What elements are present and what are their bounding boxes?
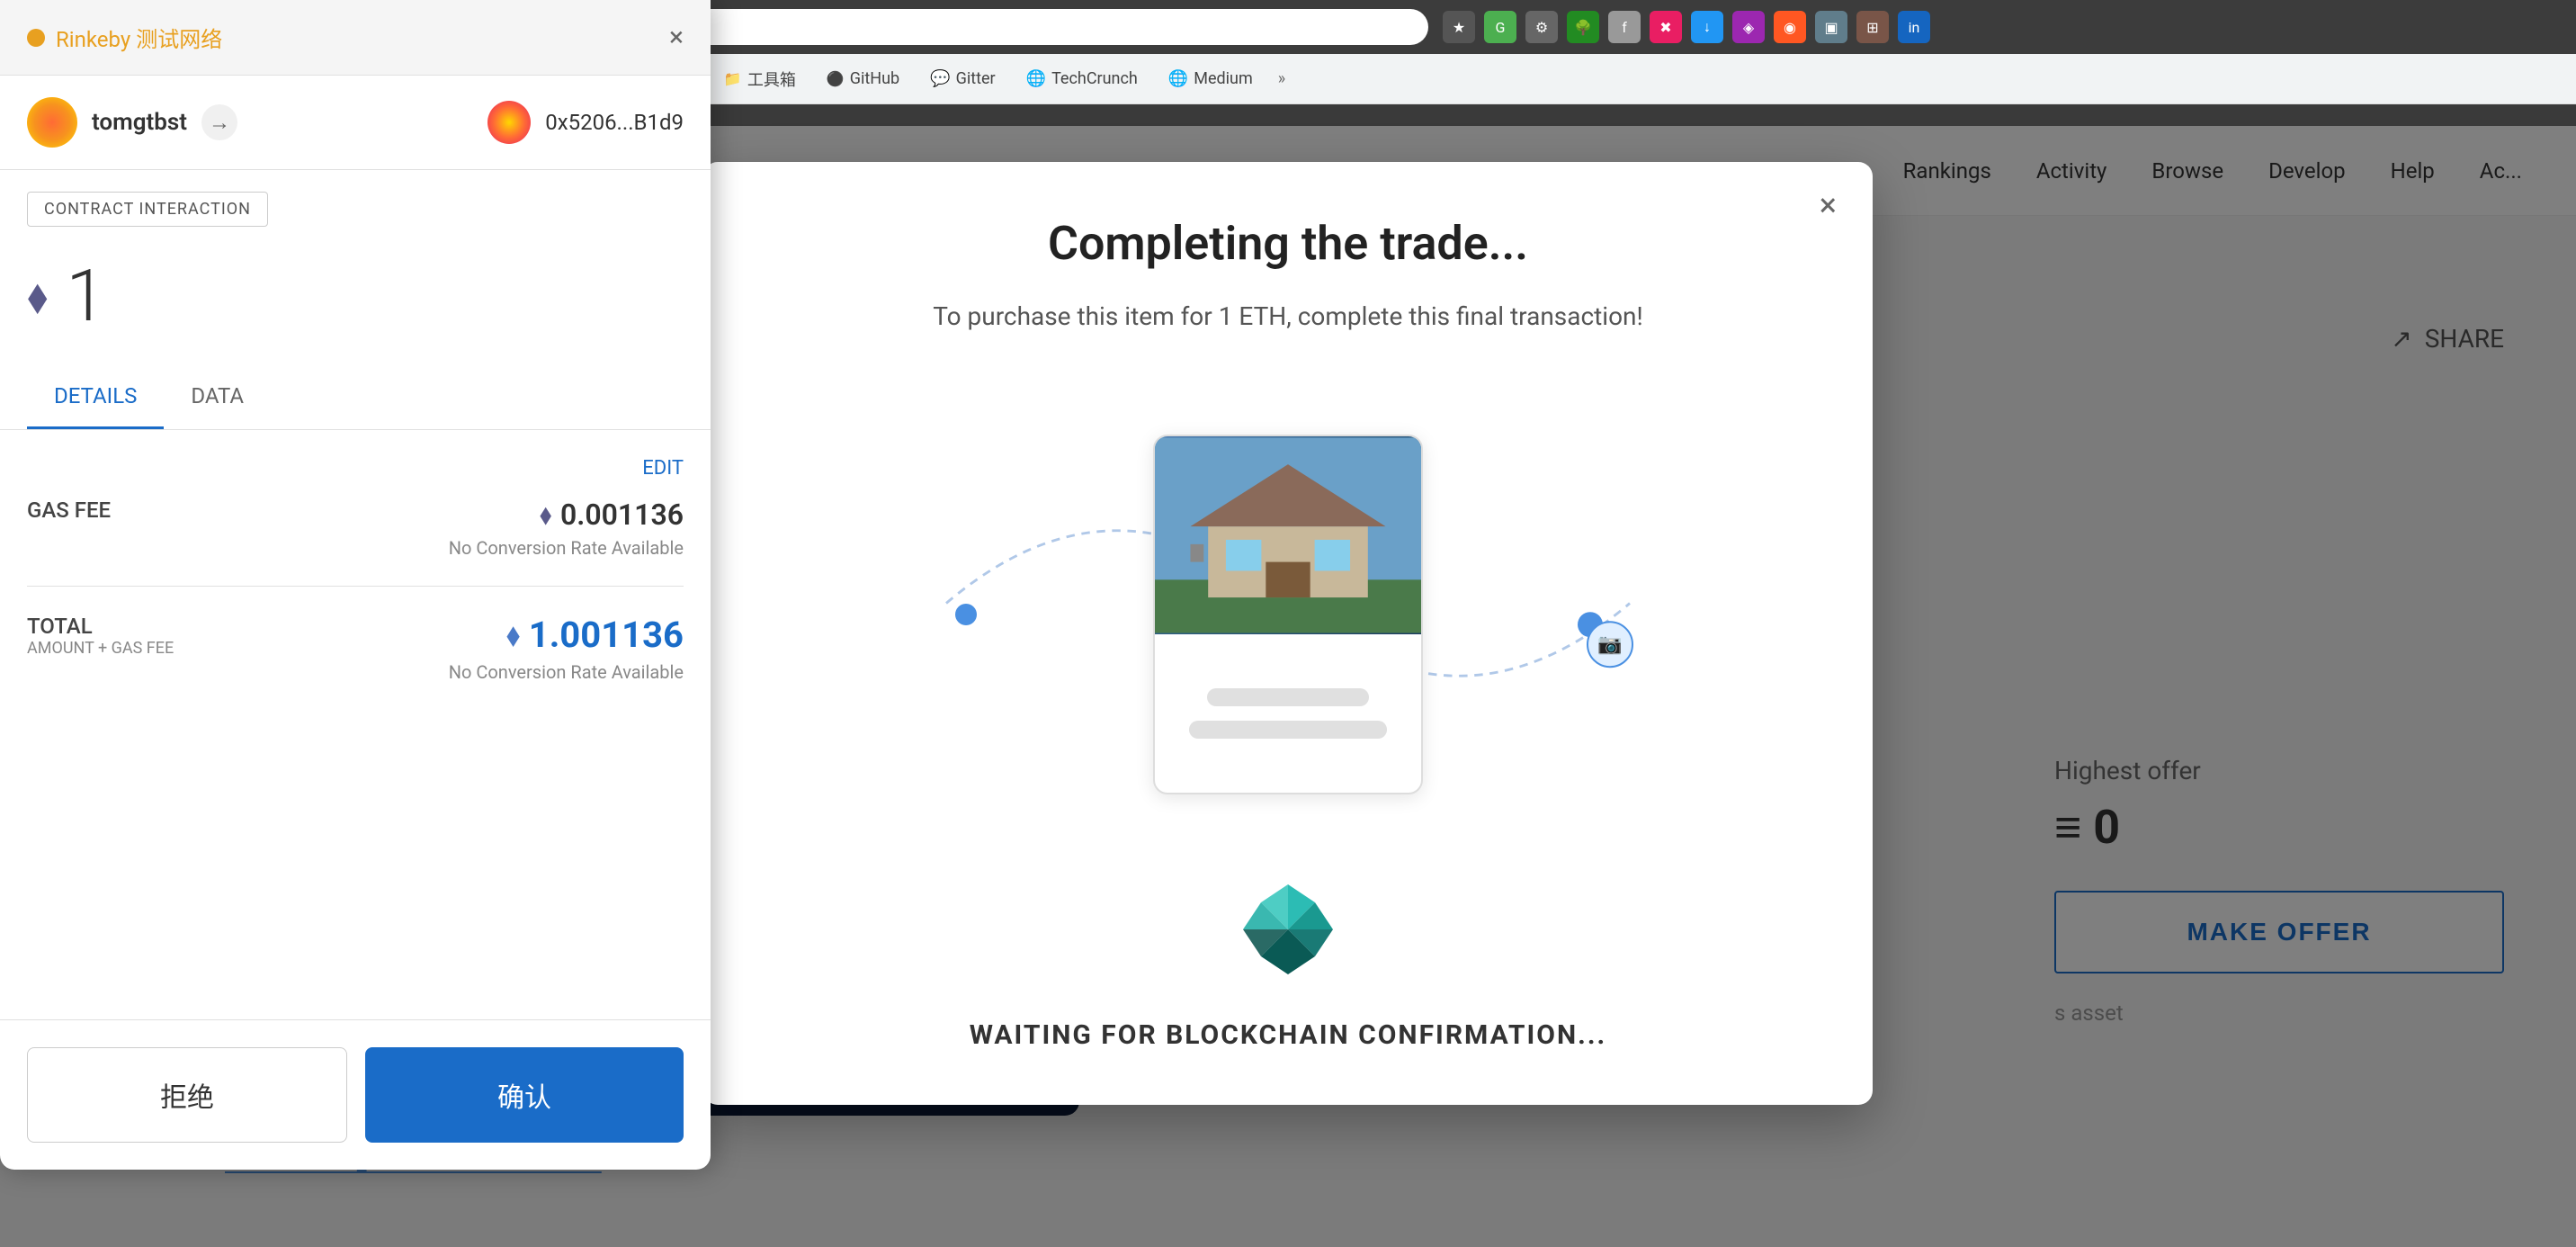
house-svg — [1155, 436, 1421, 634]
logo-area — [775, 875, 1801, 983]
folder-icon: 📁 — [724, 70, 742, 87]
bookmark-medium[interactable]: 🌐 Medium — [1156, 64, 1266, 94]
github-icon: ⚫ — [827, 70, 845, 87]
close-button[interactable]: × — [669, 22, 684, 53]
bookmark-techcrunch[interactable]: 🌐 TechCrunch — [1014, 64, 1150, 94]
ext-1[interactable]: G — [1484, 11, 1516, 43]
divider — [27, 586, 684, 587]
opensea-logo — [1234, 875, 1342, 983]
edit-link[interactable]: EDIT — [27, 457, 684, 480]
account-arrow[interactable]: → — [201, 104, 237, 140]
ext-11[interactable]: in — [1898, 11, 1930, 43]
total-eth-icon: ⬧ — [506, 617, 519, 652]
network-indicator: Rinkeby 测试网络 — [27, 22, 222, 53]
modal-close-button[interactable]: × — [1820, 189, 1837, 221]
gas-conversion: No Conversion Rate Available — [449, 537, 684, 559]
ext-8[interactable]: ◉ — [1774, 11, 1806, 43]
account-avatar — [27, 97, 77, 148]
modal-subtitle: To purchase this item for 1 ETH, complet… — [775, 298, 1801, 336]
nft-card — [1153, 435, 1423, 794]
total-conversion: No Conversion Rate Available — [449, 661, 684, 683]
ext-2[interactable]: ⚙ — [1525, 11, 1558, 43]
action-buttons: 拒绝 确认 — [0, 1019, 711, 1170]
metamask-header: Rinkeby 测试网络 × — [0, 0, 711, 76]
ext-3[interactable]: 🌳 — [1567, 11, 1599, 43]
total-value-block: ⬧ 1.001136 No Conversion Rate Available — [449, 614, 684, 683]
contract-badge-area: CONTRACT INTERACTION — [27, 192, 684, 227]
nft-card-text — [1155, 634, 1421, 793]
modal-title: Completing the trade... — [775, 216, 1801, 271]
extensions-bar: ★ G ⚙ 🌳 f ✖ ↓ ◈ ◉ ▣ ⊞ in — [1443, 11, 1930, 43]
medium-icon: 🌐 — [1168, 69, 1188, 88]
metamask-popup: Rinkeby 测试网络 × tomgtbst → 0x5206...B1d9 … — [0, 0, 711, 1170]
account-row: tomgtbst → 0x5206...B1d9 — [0, 76, 711, 170]
ext-5[interactable]: ✖ — [1650, 11, 1682, 43]
account-address: 0x5206...B1d9 — [545, 110, 684, 135]
account-right: 0x5206...B1d9 — [487, 101, 684, 144]
total-row: TOTAL AMOUNT + GAS FEE ⬧ 1.001136 No Con… — [27, 614, 684, 683]
waiting-text: WAITING FOR BLOCKCHAIN CONFIRMATION... — [775, 1019, 1801, 1051]
eth-icon: ⬧ — [540, 499, 551, 530]
total-amount: 1.001136 — [529, 614, 684, 656]
gitter-icon: 💬 — [930, 69, 950, 88]
reject-button[interactable]: 拒绝 — [27, 1047, 347, 1143]
total-value: ⬧ 1.001136 — [449, 614, 684, 656]
nft-text-bar-1 — [1207, 688, 1369, 706]
bookmark-github[interactable]: ⚫ GitHub — [814, 64, 912, 94]
ext-4[interactable]: f — [1608, 11, 1641, 43]
tab-details[interactable]: DETAILS — [27, 365, 164, 429]
camera-icon: 📷 — [1587, 621, 1633, 668]
ext-10[interactable]: ⊞ — [1856, 11, 1889, 43]
nft-text-bar-2 — [1189, 721, 1387, 739]
bookmark-tools[interactable]: 📁 工具箱 — [711, 62, 809, 96]
total-label-block: TOTAL AMOUNT + GAS FEE — [27, 614, 174, 658]
metamask-tabs: DETAILS DATA — [0, 365, 711, 430]
techcrunch-icon: 🌐 — [1026, 69, 1046, 88]
eth-amount-row: ⬧ 1 — [0, 227, 711, 347]
address-avatar — [487, 101, 531, 144]
account-left: tomgtbst → — [27, 97, 237, 148]
eth-amount: 1 — [66, 254, 105, 338]
ext-9[interactable]: ▣ — [1815, 11, 1847, 43]
bookmark-gitter[interactable]: 💬 Gitter — [917, 64, 1007, 94]
gas-fee-label: GAS FEE — [27, 498, 111, 523]
nft-house-image — [1155, 436, 1421, 634]
more-bookmarks[interactable]: » — [1278, 69, 1285, 88]
gas-amount: 0.001136 — [560, 498, 684, 532]
contract-badge: CONTRACT INTERACTION — [27, 192, 268, 227]
network-label: Rinkeby 测试网络 — [56, 22, 222, 53]
eth-diamond-icon: ⬧ — [27, 268, 48, 324]
ext-bookmark[interactable]: ★ — [1443, 11, 1475, 43]
account-name: tomgtbst — [92, 109, 187, 136]
gas-fee-row: GAS FEE ⬧ 0.001136 No Conversion Rate Av… — [27, 498, 684, 559]
total-label: TOTAL — [27, 614, 174, 639]
gas-fee-value-block: ⬧ 0.001136 No Conversion Rate Available — [449, 498, 684, 559]
gas-fee-value: ⬧ 0.001136 — [449, 498, 684, 532]
network-dot — [27, 29, 45, 47]
ext-6[interactable]: ↓ — [1691, 11, 1723, 43]
transaction-visual: 📷 — [775, 390, 1801, 839]
tab-data[interactable]: DATA — [164, 365, 271, 429]
trade-modal: × Completing the trade... To purchase th… — [703, 162, 1873, 1105]
confirm-button[interactable]: 确认 — [365, 1047, 684, 1143]
left-dot — [955, 604, 977, 625]
total-sublabel: AMOUNT + GAS FEE — [27, 639, 174, 658]
details-content: EDIT GAS FEE ⬧ 0.001136 No Conversion Ra… — [0, 430, 711, 1019]
ext-7[interactable]: ◈ — [1732, 11, 1765, 43]
right-dot-container: 📷 — [1578, 612, 1603, 637]
